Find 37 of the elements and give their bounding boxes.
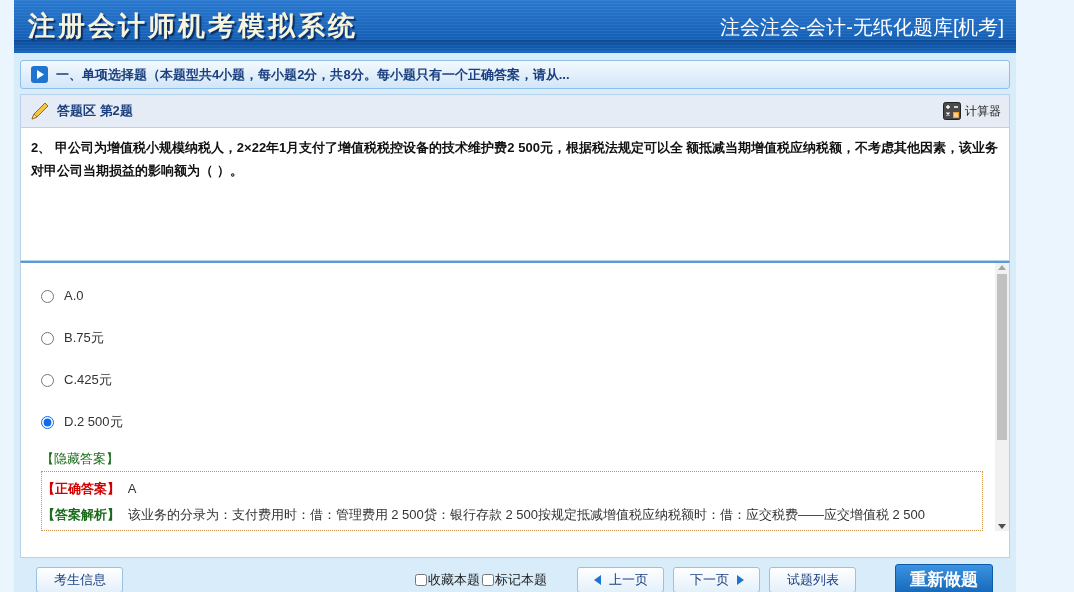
right-arrow-icon [736,575,744,585]
play-icon [31,66,48,83]
previous-button[interactable]: 上一页 [577,567,664,592]
question-bank-title: 注会注会-会计-无纸化题库[机考] [719,14,1004,40]
redo-button[interactable]: 重新做题 [895,564,993,592]
checkbox-label[interactable]: 收藏本题 [428,570,480,590]
checkbox[interactable] [415,574,427,586]
app-title: 注册会计师机考模拟系统 [28,10,358,44]
section-title: 一、单项选择题（本题型共4小题，每小题2分，共8分。每小题只有一个正确答案，请从... [56,65,570,84]
hide-answer-link[interactable]: 【隐藏答案】 [41,449,119,469]
analysis-label: 【答案解析】 [42,507,120,522]
next-button[interactable]: 下一页 [673,567,760,592]
question-list-button[interactable]: 试题列表 [769,567,856,592]
correct-answer-label: 【正确答案】 [42,481,120,496]
question-text: 2、 甲公司为增值税小规模纳税人，2×22年1月支付了增值税税控设备的技术维护费2 500元，根据税法规定可以全 额抵减当期增值税应纳税额，不考虑其他因素，该业务对甲公司当期损益的影响额为（ ）。 [31,139,999,180]
student-info-button[interactable]: 考生信息 [36,567,123,592]
scrollbar-thumb[interactable] [997,274,1007,440]
option-label[interactable]: D.2 500元 [64,412,123,432]
analysis-text: 该业务的分录为：支付费用时：借：管理费用 2 500贷：银行存款 2 500按规定抵减增值税应纳税额时：借：应交税费——应交增值税 2 500 [127,507,926,522]
radio-button[interactable] [41,373,54,387]
scroll-up-icon[interactable] [998,265,1006,270]
correct-answer-value: A [127,481,137,496]
left-arrow-icon [593,575,601,585]
scroll-down-icon[interactable] [998,524,1006,529]
option-label[interactable]: C.425元 [64,370,112,390]
scrollbar[interactable] [995,263,1009,531]
radio-button[interactable] [41,331,54,345]
pencil-icon [31,102,49,120]
radio-button[interactable] [41,415,54,429]
option-label[interactable]: B.75元 [64,328,104,348]
answer-zone-title: 答题区 第2题 [57,102,133,121]
calculator-icon [943,102,961,120]
option-label[interactable]: A.0 [64,286,84,306]
checkbox[interactable] [482,574,494,586]
checkbox-label[interactable]: 标记本题 [495,570,547,590]
calculator-button[interactable]: 计算器 [943,102,1001,120]
radio-button[interactable] [41,289,54,303]
